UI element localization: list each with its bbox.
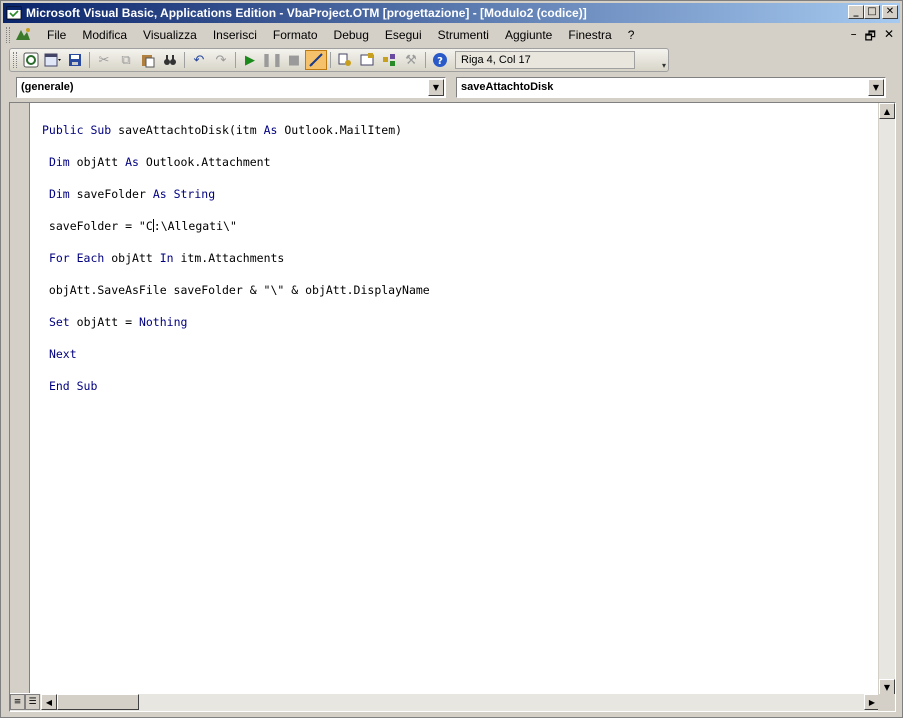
insert-module-icon[interactable] [42, 50, 64, 70]
toolbar-separator [89, 52, 90, 68]
mdi-restore-button[interactable]: 🗗 [865, 27, 876, 48]
horizontal-scroll-thumb[interactable] [57, 694, 139, 710]
scroll-left-icon[interactable]: ◀ [41, 694, 57, 710]
vba-app-icon[interactable] [6, 5, 22, 21]
undo-icon[interactable]: ↶ [188, 50, 210, 70]
restore-button[interactable]: □ [864, 5, 880, 19]
menu-visualizza[interactable]: Visualizza [135, 28, 205, 42]
menu-esegui-label: Esegui [384, 28, 422, 42]
procedure-combo-value: saveAttachtoDisk [461, 81, 554, 93]
menu-inserisci[interactable]: Inserisci [205, 28, 265, 42]
toolbox-icon[interactable]: ⚒ [400, 50, 422, 70]
code-line[interactable]: objAtt.SaveAsFile saveFolder & "\" & obj… [42, 282, 430, 298]
help-icon[interactable]: ? [429, 50, 451, 70]
outlook-icon[interactable] [20, 50, 42, 70]
properties-icon[interactable] [356, 50, 378, 70]
toolbar-separator [425, 52, 426, 68]
menu-debug[interactable]: Debug [326, 28, 377, 42]
menu-esegui[interactable]: Esegui [377, 28, 430, 42]
paste-icon[interactable] [137, 50, 159, 70]
cursor-position: Riga 4, Col 17 [455, 51, 635, 69]
object-browser-icon[interactable] [378, 50, 400, 70]
run-icon[interactable]: ▶ [239, 50, 261, 70]
menu-grip[interactable] [6, 27, 10, 43]
horizontal-scrollbar[interactable]: ≡ ☰ ◀ ▶ [10, 694, 880, 711]
menu-bar: File Modifica Visualizza Inserisci Forma… [3, 24, 900, 46]
object-combo[interactable]: (generale) ▼ [16, 77, 446, 98]
code-line[interactable]: End Sub [42, 378, 430, 394]
object-combo-dropdown-icon[interactable]: ▼ [428, 79, 444, 96]
code-line[interactable]: Public Sub saveAttachtoDisk(itm As Outlo… [42, 122, 430, 138]
menu-modifica-label: Modifica [82, 28, 128, 42]
full-module-view-icon[interactable]: ☰ [25, 694, 40, 710]
find-icon[interactable] [159, 50, 181, 70]
toolbar-separator [235, 52, 236, 68]
code-line[interactable]: Dim saveFolder As String [42, 186, 430, 202]
menu-strumenti[interactable]: Strumenti [430, 28, 497, 42]
redo-icon[interactable]: ↷ [210, 50, 232, 70]
code-line[interactable]: saveFolder = "C:\Allegati\" [42, 218, 430, 234]
vba-logo-icon[interactable] [13, 26, 33, 44]
project-explorer-icon[interactable] [334, 50, 356, 70]
reset-icon[interactable]: ■ [283, 50, 305, 70]
copy-icon[interactable]: ⧉ [115, 50, 137, 70]
scroll-down-icon[interactable]: ▼ [879, 679, 895, 695]
code-line[interactable]: Next [42, 346, 430, 362]
code-line[interactable]: For Each objAtt In itm.Attachments [42, 250, 430, 266]
menu-formato[interactable]: Formato [265, 28, 326, 42]
code-line[interactable]: Set objAtt = Nothing [42, 314, 430, 330]
toolbar-separator [184, 52, 185, 68]
menu-finestra[interactable]: Finestra [560, 28, 619, 42]
menu-formato-label: Formato [272, 28, 318, 42]
mdi-close-button[interactable]: ✕ [884, 27, 894, 48]
menu-aggiunte[interactable]: Aggiunte [497, 28, 560, 42]
menu-finestra-label: Finestra [568, 28, 612, 42]
vba-editor-window: Microsoft Visual Basic, Applications Edi… [0, 0, 903, 718]
menu-debug-label: Debug [333, 28, 369, 42]
menu-inserisci-label: Inserisci [212, 28, 257, 42]
menu-strumenti-label: Strumenti [437, 28, 489, 42]
toolbar-options-icon[interactable]: ▾ [662, 61, 666, 70]
mdi-minimize-button[interactable]: – [851, 27, 857, 48]
menu-help-label: ? [627, 28, 635, 42]
break-icon[interactable]: ❚❚ [261, 50, 283, 70]
cut-icon[interactable]: ✂ [93, 50, 115, 70]
minimize-button[interactable]: _ [848, 5, 864, 19]
menu-file-label: File [47, 28, 67, 42]
indicator-margin[interactable] [10, 103, 30, 693]
menu-help[interactable]: ? [620, 28, 643, 42]
menu-modifica[interactable]: Modifica [74, 28, 135, 42]
standard-toolbar: ✂ ⧉ ↶ ↷ ▶ ❚❚ ■ ⚒ ? Riga 4, Col 17 ▾ [9, 48, 669, 72]
code-editor[interactable]: Public Sub saveAttachtoDisk(itm As Outlo… [9, 102, 896, 712]
code-line[interactable]: Dim objAtt As Outlook.Attachment [42, 154, 430, 170]
vertical-scrollbar[interactable]: ▲ ▼ [878, 103, 895, 695]
svg-text:?: ? [437, 56, 443, 67]
procedure-combo[interactable]: saveAttachtoDisk ▼ [456, 77, 886, 98]
window-title: Microsoft Visual Basic, Applications Edi… [26, 6, 587, 20]
menu-visualizza-label: Visualizza [143, 28, 197, 42]
code-area[interactable]: Public Sub saveAttachtoDisk(itm As Outlo… [42, 106, 430, 426]
close-button[interactable]: ✕ [882, 5, 898, 19]
scroll-up-icon[interactable]: ▲ [879, 103, 895, 119]
menu-aggiunte-label: Aggiunte [504, 28, 553, 42]
menu-file[interactable]: File [39, 28, 74, 42]
scroll-corner [878, 694, 895, 711]
object-combo-value: (generale) [21, 81, 74, 93]
title-bar[interactable]: Microsoft Visual Basic, Applications Edi… [3, 3, 900, 23]
procedure-view-icon[interactable]: ≡ [10, 694, 25, 710]
design-mode-icon[interactable] [305, 50, 327, 70]
toolbar-separator [330, 52, 331, 68]
save-icon[interactable] [64, 50, 86, 70]
toolbar-grip[interactable] [13, 52, 17, 68]
procedure-combo-dropdown-icon[interactable]: ▼ [868, 79, 884, 96]
